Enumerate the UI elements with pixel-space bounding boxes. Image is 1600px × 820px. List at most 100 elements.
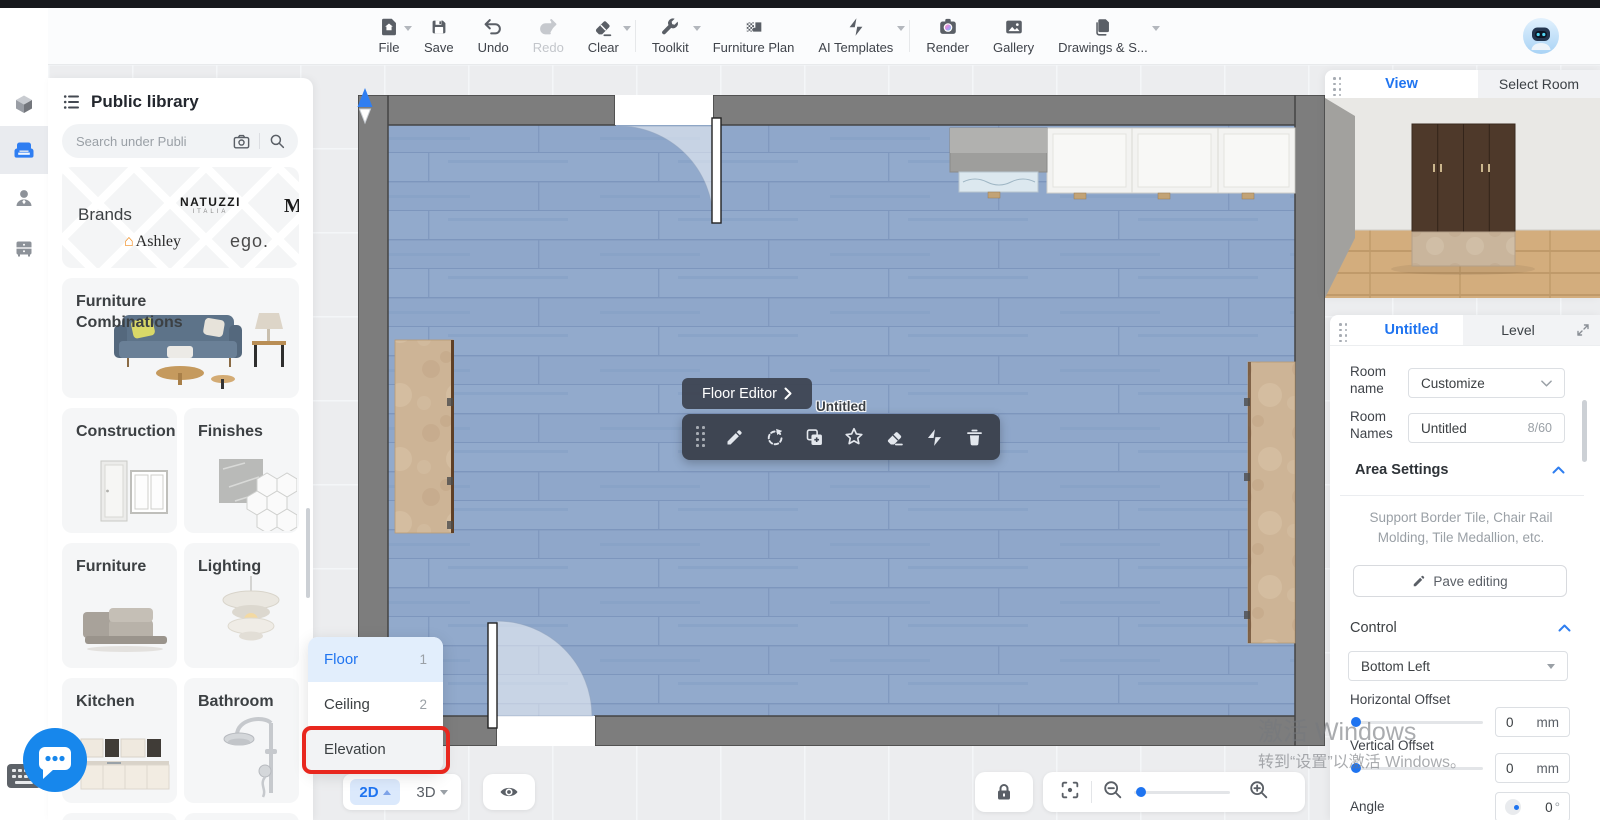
- collapse-chevron-icon[interactable]: [1552, 466, 1565, 474]
- rail-item-account[interactable]: [0, 174, 48, 222]
- redo-icon: [537, 16, 559, 38]
- door-opening-bottom: [497, 716, 595, 746]
- wardrobe-right[interactable]: [1244, 362, 1295, 643]
- zoom-in-icon: [1248, 779, 1270, 801]
- rail-item-furnish[interactable]: [0, 126, 48, 174]
- search-input[interactable]: [74, 133, 224, 150]
- angle-input[interactable]: 0 °: [1495, 792, 1570, 820]
- kitchen-cabinet-run[interactable]: [950, 128, 1295, 199]
- mode-2d-button[interactable]: 2D: [350, 779, 400, 805]
- library-card-construction[interactable]: Construction: [62, 408, 177, 533]
- edit-pencil-icon[interactable]: [722, 425, 746, 449]
- camera-search-icon[interactable]: [232, 132, 251, 151]
- redo-button[interactable]: Redo: [521, 9, 576, 63]
- rail-item-design[interactable]: [0, 80, 48, 128]
- save-button[interactable]: Save: [412, 9, 466, 63]
- nightstand-icon: [12, 236, 36, 260]
- panel-scrollbar[interactable]: [1582, 400, 1587, 462]
- clear-button[interactable]: Clear: [576, 9, 631, 63]
- room-names-input[interactable]: Untitled 8/60: [1408, 413, 1565, 443]
- finishes-art: [215, 453, 297, 531]
- file-icon: [378, 16, 400, 38]
- chat-support-button[interactable]: [21, 726, 89, 794]
- documents-icon: [1092, 16, 1114, 38]
- anchor-select[interactable]: Bottom Left: [1348, 651, 1568, 681]
- library-card-lighting[interactable]: Lighting: [184, 543, 299, 668]
- clear-eraser-icon: [592, 16, 614, 38]
- search-icon[interactable]: [268, 132, 286, 150]
- chevron-right-icon: [784, 387, 792, 400]
- zoom-slider[interactable]: [1134, 772, 1234, 812]
- zoom-in-button[interactable]: [1248, 779, 1270, 806]
- tab-untitled[interactable]: Untitled: [1360, 315, 1463, 345]
- gallery-button[interactable]: Gallery: [981, 9, 1046, 63]
- library-card-furniture[interactable]: Furniture: [62, 543, 177, 668]
- brand-partial: Mi: [284, 195, 299, 218]
- drawings-button[interactable]: Drawings & S...: [1046, 9, 1160, 63]
- favorite-star-icon[interactable]: [842, 425, 866, 449]
- mode-3d-button[interactable]: 3D: [407, 779, 457, 805]
- fit-screen-button[interactable]: [1059, 779, 1081, 806]
- toolkit-button[interactable]: Toolkit: [640, 9, 701, 63]
- layer-menu-item-floor[interactable]: Floor 1: [308, 637, 443, 682]
- wall-start-marker[interactable]: [356, 86, 374, 126]
- rotate-icon[interactable]: [762, 425, 786, 449]
- undo-button[interactable]: Undo: [466, 9, 521, 63]
- library-card-finishes[interactable]: Finishes: [184, 408, 299, 533]
- cooktop[interactable]: [959, 172, 1038, 192]
- vertical-offset-input[interactable]: 0 mm: [1495, 753, 1570, 783]
- toolbar-divider: [909, 20, 910, 52]
- render-button[interactable]: Render: [914, 9, 981, 63]
- rail-item-my-models[interactable]: [0, 224, 48, 272]
- ai-templates-button[interactable]: AI Templates: [806, 9, 905, 63]
- file-button[interactable]: File: [366, 9, 412, 63]
- eraser-icon[interactable]: [882, 425, 906, 449]
- expand-icon[interactable]: [1577, 324, 1589, 336]
- wardrobe-left[interactable]: [395, 340, 454, 533]
- flip-flash-icon[interactable]: [922, 425, 946, 449]
- floor-editor-button[interactable]: Floor Editor: [682, 378, 812, 409]
- collapse-chevron-icon[interactable]: [1558, 624, 1571, 632]
- library-scrollbar[interactable]: [306, 508, 310, 598]
- room-3d-preview[interactable]: [1325, 98, 1600, 298]
- angle-dial[interactable]: [1505, 799, 1521, 815]
- zoom-out-button[interactable]: [1102, 779, 1124, 806]
- lock-button[interactable]: [975, 772, 1033, 812]
- assistant-avatar[interactable]: [1522, 17, 1560, 60]
- spark-icon: [845, 16, 867, 38]
- drag-handle-icon[interactable]: [696, 426, 706, 448]
- bathroom-art: [219, 709, 291, 801]
- brands-card[interactable]: Brands NATUZZI ITALIA Mi ⌂ Ashley ego.: [62, 167, 299, 268]
- visibility-button[interactable]: [483, 774, 535, 810]
- horizontal-offset-thumb[interactable]: [1351, 717, 1361, 727]
- vertical-offset-slider[interactable]: [1353, 767, 1483, 770]
- lock-icon: [992, 780, 1016, 804]
- tab-view[interactable]: View: [1325, 70, 1478, 98]
- door-leaf-bottom[interactable]: [488, 623, 497, 728]
- library-card-partial[interactable]: [62, 813, 177, 820]
- zoom-slider-thumb[interactable]: [1136, 787, 1146, 797]
- room-name-label: Room name: [1350, 363, 1402, 397]
- layer-menu-item-ceiling[interactable]: Ceiling 2: [308, 682, 443, 727]
- chevron-down-icon: [1547, 664, 1555, 669]
- room-name-select[interactable]: Customize: [1408, 368, 1565, 398]
- duplicate-icon[interactable]: [802, 425, 826, 449]
- delete-trash-icon[interactable]: [962, 425, 986, 449]
- list-icon[interactable]: [62, 92, 82, 112]
- horizontal-offset-input[interactable]: 0 mm: [1495, 707, 1570, 737]
- library-card-bathroom[interactable]: Bathroom: [184, 678, 299, 803]
- furniture-plan-button[interactable]: Furniture Plan: [701, 9, 807, 63]
- drag-handle-icon[interactable]: [1333, 77, 1343, 98]
- vertical-offset-thumb[interactable]: [1351, 763, 1361, 773]
- door-leaf-top[interactable]: [712, 118, 721, 223]
- horizontal-offset-label: Horizontal Offset: [1350, 691, 1450, 708]
- drag-handle-icon[interactable]: [1339, 323, 1349, 344]
- undo-icon: [482, 16, 504, 38]
- horizontal-offset-slider[interactable]: [1353, 721, 1483, 724]
- tab-level[interactable]: Level: [1475, 315, 1561, 345]
- furniture-art: [79, 602, 171, 654]
- library-card-partial[interactable]: [184, 813, 299, 820]
- pave-editing-button[interactable]: Pave editing: [1353, 565, 1567, 597]
- furniture-combinations-card[interactable]: Furniture Combinations: [62, 278, 299, 398]
- tab-select-room[interactable]: Select Room: [1478, 70, 1600, 98]
